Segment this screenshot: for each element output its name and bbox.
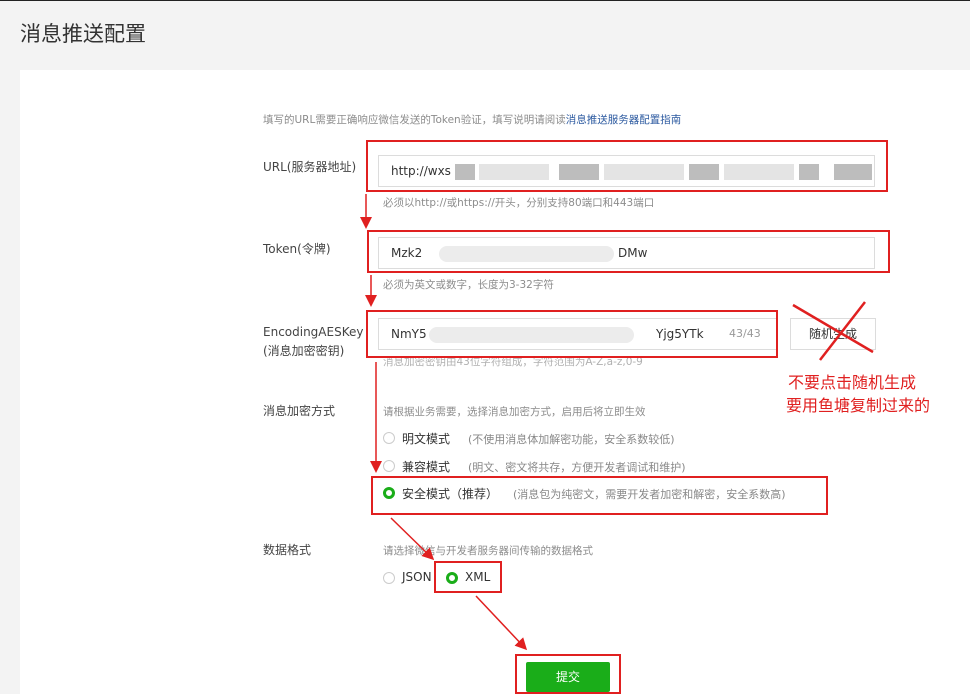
- annotation-arrows: [360, 194, 874, 651]
- arrow-xml-to-submit: [475, 595, 528, 651]
- cross-mark-stroke: [819, 301, 866, 361]
- arrow-secure-to-xml: [390, 517, 435, 561]
